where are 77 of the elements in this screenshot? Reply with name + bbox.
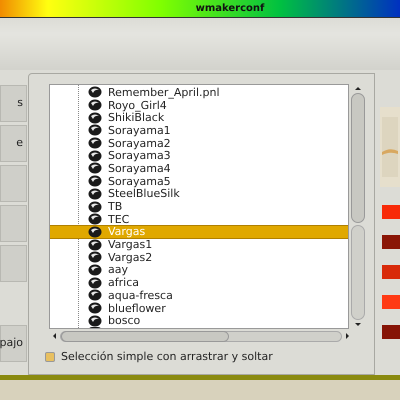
sphere-icon [88,226,102,238]
list-item[interactable]: Sorayama2 [50,136,348,150]
side-tab[interactable]: e [0,125,27,162]
sphere-icon [88,264,102,276]
list-item[interactable]: TEC [50,212,348,226]
side-tab[interactable]: s [0,85,27,122]
item-name: Vargas2 [108,252,152,263]
sphere-icon [88,251,102,264]
side-tab[interactable]: pajo [0,325,27,362]
list-item[interactable]: blueflower [50,302,348,314]
side-tab[interactable] [0,165,27,202]
scroll-right-icon[interactable] [346,333,349,339]
list-item[interactable]: Royo_Girl4 [50,98,348,112]
item-name: Sorayama1 [108,124,171,136]
scroll-thumb[interactable] [61,330,229,342]
list-item[interactable]: Sorayama4 [50,162,348,175]
list-item[interactable]: Sorayama5 [50,174,348,188]
list-item[interactable]: ShikiBlack [50,111,348,124]
side-tab[interactable] [0,245,27,282]
sphere-icon [88,200,102,213]
sphere-icon [88,86,102,98]
list-item[interactable]: TB [50,200,348,213]
side-tab[interactable] [0,205,27,242]
item-name: SteelBlueSilk [108,188,180,200]
sphere-icon [88,276,102,289]
item-name: Vargas [108,226,146,238]
color-swatch[interactable] [382,325,400,339]
sphere-icon [88,99,102,112]
item-name: Sorayama2 [108,138,171,149]
item-name: ShikiBlack [108,112,164,124]
list-item[interactable]: africa [50,276,348,289]
scroll-thumb[interactable] [351,93,365,223]
item-name: Sorayama3 [108,150,171,162]
window-title: wmakerconf [196,2,264,16]
list-item[interactable]: Remember_April.pnl [50,86,348,99]
sphere-icon [88,150,102,162]
scroll-left-icon[interactable] [53,333,56,339]
sphere-icon [88,314,102,327]
sphere-icon [88,112,102,124]
item-name: TB [108,201,122,212]
list-item[interactable]: aqua-fresca [50,289,348,302]
horizontal-scrollbar[interactable] [60,330,342,342]
item-name: Vargas1 [108,239,152,250]
color-swatch[interactable] [382,295,400,309]
list-item[interactable]: Vargas1 [50,238,348,251]
sphere-icon [88,162,102,174]
list-item[interactable]: SteelBlueSilk [50,188,348,200]
sphere-icon [88,188,102,200]
color-swatch[interactable] [382,205,400,219]
list-item[interactable]: aay [50,264,348,276]
scroll-down-icon[interactable] [355,323,361,326]
item-name: blueflower [108,302,166,314]
list-item[interactable]: Sorayama1 [50,124,348,137]
checkbox-label: Selección simple con arrastrar y soltar [61,349,273,365]
item-name: TEC [108,214,130,225]
item-name: africa [108,277,139,288]
item-name: Sorayama5 [108,176,171,187]
item-name: Remember_April.pnl [108,86,220,98]
item-name: Royo_Girl4 [108,100,167,111]
item-name: aay [108,264,128,276]
item-name: aqua-fresca [108,290,173,301]
scroll-up-icon[interactable] [355,87,361,90]
color-swatch[interactable] [382,235,400,249]
sphere-icon [88,175,102,188]
checkbox[interactable] [45,352,55,362]
list-item[interactable]: bosco [50,314,348,328]
color-swatch[interactable] [382,265,400,279]
sphere-icon [88,137,102,150]
sphere-icon [88,302,102,314]
item-name: bosco [108,315,140,326]
sphere-icon [88,289,102,302]
sphere-icon [88,213,102,226]
item-name: Sorayama4 [108,162,171,174]
list-item[interactable]: Vargas2 [50,250,348,264]
sphere-icon [88,238,102,251]
sphere-icon [88,124,102,136]
list-item[interactable]: Sorayama3 [50,149,348,162]
